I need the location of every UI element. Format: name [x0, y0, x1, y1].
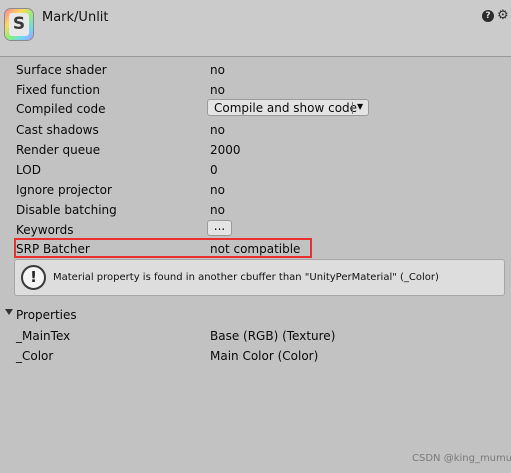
help-icon[interactable]: ? [482, 10, 494, 22]
srp-batcher-highlight [14, 238, 312, 258]
row-surface-shader: Surface shader no [0, 61, 511, 81]
row-label: Fixed function [16, 83, 100, 97]
row-label: Surface shader [16, 63, 107, 77]
property-name: _Color [16, 349, 54, 363]
property-item-color: _Color Main Color (Color) [0, 347, 511, 367]
watermark: CSDN @king_mumu [412, 453, 511, 464]
warning-text: Material property is found in another cb… [53, 272, 439, 283]
inspector-header: S Mark/Unlit ? ⚙ [0, 0, 511, 57]
warning-helpbox: ! Material property is found in another … [14, 259, 505, 296]
row-compiled-code: Compiled code Compile and show code ▼ [0, 99, 511, 119]
row-label: Render queue [16, 143, 101, 157]
compile-and-show-code-dropdown[interactable]: Compile and show code ▼ [207, 99, 369, 116]
row-render-queue: Render queue 2000 [0, 141, 511, 161]
row-label: Compiled code [16, 102, 106, 116]
warning-icon: ! [21, 265, 46, 290]
property-description: Base (RGB) (Texture) [210, 329, 336, 343]
row-label: Disable batching [16, 203, 117, 217]
shader-icon-letter: S [9, 13, 29, 36]
foldout-arrow-icon[interactable] [5, 309, 13, 315]
row-value: 2000 [210, 143, 241, 157]
chevron-down-icon[interactable]: ▼ [357, 102, 363, 111]
row-label: LOD [16, 163, 41, 177]
keywords-button[interactable]: ... [207, 220, 232, 236]
gear-icon[interactable]: ⚙ [497, 8, 509, 23]
shader-title: Mark/Unlit [42, 10, 109, 25]
properties-foldout[interactable]: Properties [0, 306, 511, 324]
row-label: Ignore projector [16, 183, 112, 197]
dropdown-label: Compile and show code [214, 101, 358, 115]
dropdown-separator [352, 102, 353, 114]
property-description: Main Color (Color) [210, 349, 319, 363]
row-value: no [210, 83, 225, 97]
row-cast-shadows: Cast shadows no [0, 121, 511, 141]
property-item-maintex: _MainTex Base (RGB) (Texture) [0, 327, 511, 347]
row-label: Keywords [16, 223, 74, 237]
row-lod: LOD 0 [0, 161, 511, 181]
row-value: no [210, 63, 225, 77]
row-fixed-function: Fixed function no [0, 81, 511, 101]
row-value: no [210, 123, 225, 137]
row-value: no [210, 203, 225, 217]
row-ignore-projector: Ignore projector no [0, 181, 511, 201]
property-name: _MainTex [16, 329, 71, 343]
row-value: no [210, 183, 225, 197]
shader-icon: S [5, 9, 33, 40]
properties-section-title: Properties [16, 308, 77, 322]
row-label: Cast shadows [16, 123, 99, 137]
row-value: 0 [210, 163, 218, 177]
row-disable-batching: Disable batching no [0, 201, 511, 221]
row-keywords: Keywords ... [0, 220, 511, 240]
